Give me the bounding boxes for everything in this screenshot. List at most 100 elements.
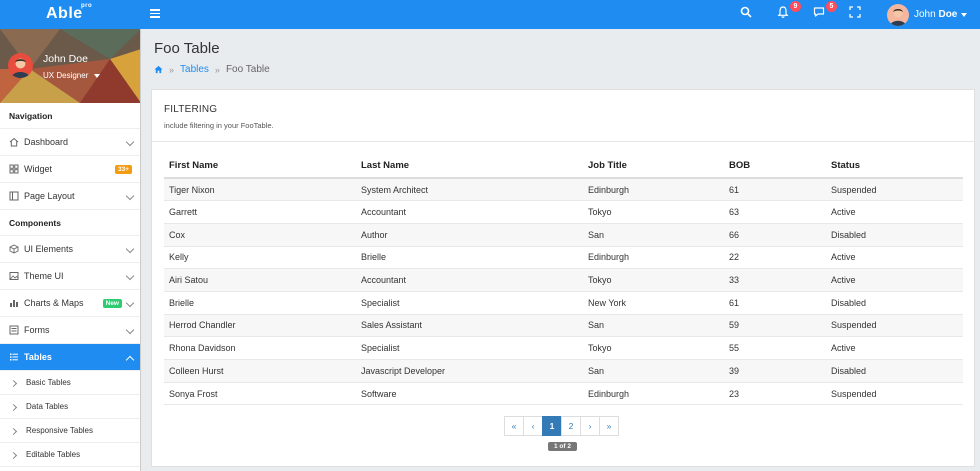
sidebar-item-theme-ui[interactable]: Theme UI [0, 263, 140, 290]
cell-first-name: Rhona Davidson [164, 336, 356, 360]
sidebar-subitem-editable-tables[interactable]: Editable Tables [0, 443, 140, 467]
cell-bob: 61 [724, 178, 826, 202]
sidebar: John Doe UX Designer Navigation Dashboar… [0, 29, 141, 471]
pagination-info-badge: 1 of 2 [548, 442, 577, 451]
filtering-card: FILTERING include filtering in your FooT… [151, 89, 975, 467]
layout-icon [9, 191, 19, 201]
cell-first-name: Tiger Nixon [164, 178, 356, 202]
sidebar-subitem-basic-tables[interactable]: Basic Tables [0, 371, 140, 395]
chevron-down-icon [94, 73, 101, 78]
sidebar-item-forms[interactable]: Forms [0, 317, 140, 344]
chevron-up-icon [125, 355, 135, 365]
table-row[interactable]: Airi Satou Accountant Tokyo 33 Active [164, 268, 963, 292]
app-logo[interactable]: Able pro [46, 3, 92, 23]
column-header-status[interactable]: Status [826, 154, 963, 179]
column-header-bob[interactable]: BOB [724, 154, 826, 179]
cell-first-name: Cox [164, 223, 356, 247]
table-row[interactable]: Brielle Specialist New York 61 Disabled [164, 291, 963, 315]
cell-status: Suspended [826, 314, 963, 338]
column-header-last-name[interactable]: Last Name [356, 154, 583, 179]
cell-last-name: Accountant [356, 200, 583, 224]
user-menu[interactable]: John Doe [887, 3, 968, 26]
menu-toggle-icon[interactable] [150, 9, 160, 18]
pagination: « ‹ 1 2 › » [504, 416, 619, 436]
card-header: FILTERING include filtering in your FooT… [152, 90, 974, 142]
table-row[interactable]: Colleen Hurst Javascript Developer San 39 Di… [164, 359, 963, 383]
table-row[interactable]: Cox Author San 66 Disabled [164, 223, 963, 247]
breadcrumb-separator: » [214, 64, 220, 75]
image-icon [9, 272, 19, 280]
pagination-next-button[interactable]: › [580, 416, 600, 436]
cell-last-name: Accountant [356, 268, 583, 292]
cell-status: Active [826, 268, 963, 292]
table-row[interactable]: Rhona Davidson Specialist Tokyo 55 Active [164, 336, 963, 360]
column-header-first-name[interactable]: First Name [164, 154, 356, 179]
cell-bob: 39 [724, 359, 826, 383]
card-subtitle: include filtering in your FooTable. [164, 121, 274, 130]
cell-status: Active [826, 336, 963, 360]
foo-table: First Name Last Name Job Title BOB Statu… [164, 154, 963, 406]
home-icon[interactable] [154, 65, 163, 74]
sidebar-item-page-layout[interactable]: Page Layout [0, 183, 140, 210]
chevron-down-icon [125, 298, 135, 308]
cell-status: Active [826, 200, 963, 224]
cell-last-name: System Architect [356, 178, 583, 202]
cell-bob: 55 [724, 336, 826, 360]
pagination-page-1[interactable]: 1 [542, 416, 562, 436]
cell-bob: 61 [724, 291, 826, 315]
bell-icon [777, 6, 789, 18]
chevron-down-icon [125, 325, 135, 335]
cell-bob: 66 [724, 223, 826, 247]
breadcrumb-link-tables[interactable]: Tables [180, 64, 209, 75]
search-icon[interactable] [740, 6, 758, 24]
sidebar-subitem-responsive-tables[interactable]: Responsive Tables [0, 419, 140, 443]
profile-avatar [8, 53, 33, 78]
chevron-down-icon [125, 191, 135, 201]
sidebar-item-charts-maps[interactable]: Charts & Maps New [0, 290, 140, 317]
sidebar-subitem-data-tables[interactable]: Data Tables [0, 395, 140, 419]
cell-first-name: Herrod Chandler [164, 314, 356, 338]
cell-status: Suspended [826, 178, 963, 202]
chevron-down-icon [125, 244, 135, 254]
table-row[interactable]: Kelly Brielle Edinburgh 22 Active [164, 246, 963, 270]
cell-job-title: San [583, 314, 724, 338]
cell-first-name: Colleen Hurst [164, 359, 356, 383]
cell-first-name: Kelly [164, 246, 356, 270]
box-icon [9, 244, 19, 254]
pagination-first-button[interactable]: « [504, 416, 524, 436]
list-icon [10, 353, 18, 361]
table-row[interactable]: Sonya Frost Software Edinburgh 23 Suspended [164, 382, 963, 406]
cell-bob: 23 [724, 382, 826, 406]
cell-bob: 33 [724, 268, 826, 292]
sidebar-item-widget[interactable]: Widget 33+ [0, 156, 140, 183]
new-badge: New [102, 299, 122, 308]
notifications-badge: 9 [790, 1, 801, 12]
sidebar-item-tables[interactable]: Tables [0, 344, 140, 371]
pagination-page-2[interactable]: 2 [561, 416, 581, 436]
home-icon [9, 137, 19, 147]
column-header-job-title[interactable]: Job Title [583, 154, 724, 179]
profile-role-dropdown[interactable]: UX Designer [43, 71, 101, 80]
cell-last-name: Author [356, 223, 583, 247]
pagination-prev-button[interactable]: ‹ [523, 416, 543, 436]
cell-job-title: Tokyo [583, 336, 724, 360]
cell-last-name: Software [356, 382, 583, 406]
sidebar-item-ui-elements[interactable]: UI Elements [0, 236, 140, 263]
table-row[interactable]: Tiger Nixon System Architect Edinburgh 61 Su… [164, 178, 963, 202]
cell-job-title: Edinburgh [583, 382, 724, 406]
messages-button[interactable]: 5 [813, 1, 837, 24]
cell-bob: 59 [724, 314, 826, 338]
cell-first-name: Garrett [164, 200, 356, 224]
page-title: Foo Table [154, 40, 220, 57]
cell-status: Disabled [826, 291, 963, 315]
cell-last-name: Specialist [356, 291, 583, 315]
fullscreen-icon[interactable] [849, 6, 867, 24]
table-row[interactable]: Herrod Chandler Sales Assistant San 59 Suspe… [164, 314, 963, 338]
table-row[interactable]: Garrett Accountant Tokyo 63 Active [164, 200, 963, 224]
notifications-button[interactable]: 9 [777, 1, 801, 24]
cell-bob: 63 [724, 200, 826, 224]
cell-first-name: Airi Satou [164, 268, 356, 292]
pagination-last-button[interactable]: » [599, 416, 619, 436]
messages-badge: 5 [826, 1, 837, 12]
sidebar-item-dashboard[interactable]: Dashboard [0, 129, 140, 156]
